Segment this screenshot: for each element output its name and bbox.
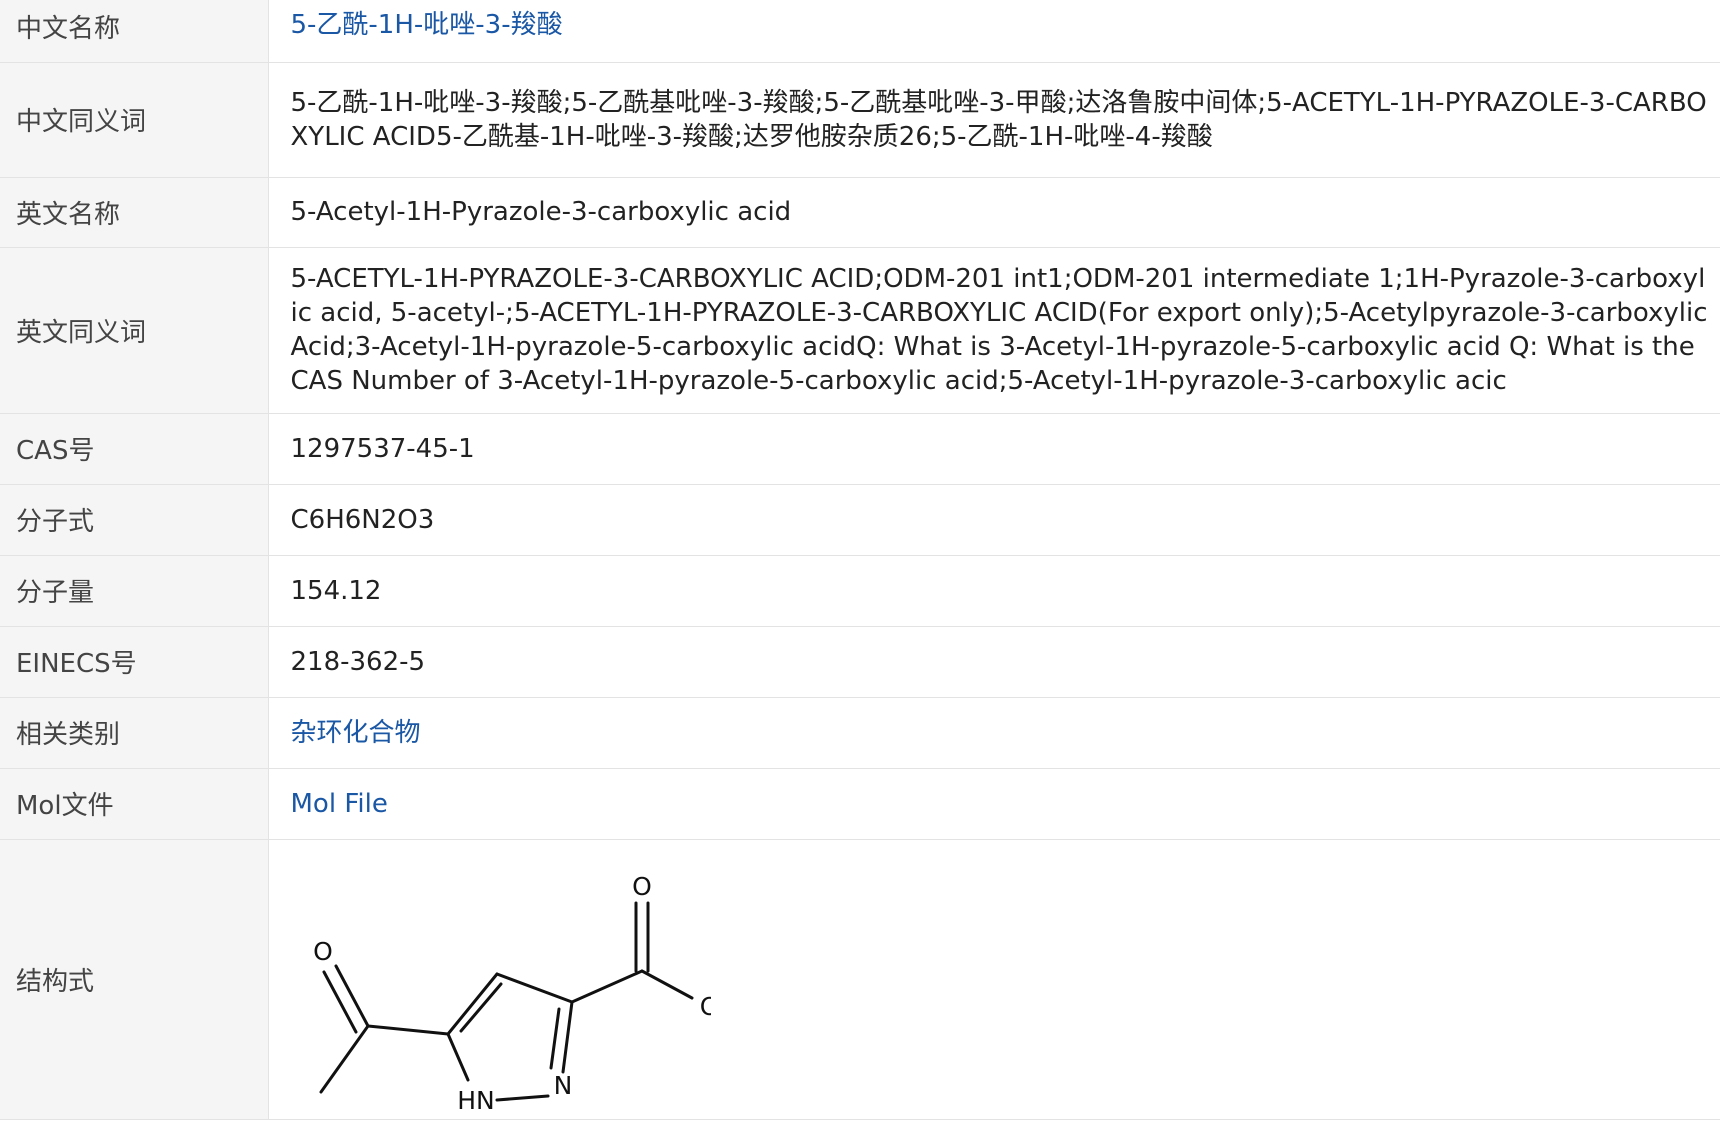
- label-formula: 分子式: [0, 484, 269, 555]
- atom-label-nh: HN: [457, 1086, 495, 1110]
- label-english-name: 英文名称: [0, 177, 269, 247]
- row-chinese-name: 中文名称 5-乙酰-1H-吡唑-3-羧酸: [0, 0, 1720, 62]
- atom-label-n: N: [553, 1071, 572, 1100]
- chinese-synonyms-value: 5-乙酰-1H-吡唑-3-羧酸;5-乙酰基吡唑-3-羧酸;5-乙酰基吡唑-3-甲…: [290, 87, 1707, 152]
- bond-c5-c4: [446, 972, 498, 1035]
- row-mol-file: Mol文件 Mol File: [0, 768, 1720, 839]
- mol-weight-value: 154.12: [290, 575, 382, 606]
- row-cas: CAS号 1297537-45-1: [0, 413, 1720, 484]
- label-english-synonyms: 英文同义词: [0, 247, 269, 413]
- mol-file-link[interactable]: Mol File: [291, 789, 388, 819]
- row-chinese-synonyms: 中文同义词 5-乙酰-1H-吡唑-3-羧酸;5-乙酰基吡唑-3-羧酸;5-乙酰基…: [0, 62, 1720, 177]
- bond-acyl-methyl: [319, 1024, 369, 1093]
- atom-label-carbonyl-o: O: [632, 872, 652, 901]
- row-mol-weight: 分子量 154.12: [0, 555, 1720, 626]
- bond-c5-acyl: [366, 1024, 449, 1035]
- bond-acyl-o-1: [334, 964, 369, 1027]
- bond-c3-n2: [561, 1000, 573, 1073]
- atom-label-oh: OH: [699, 992, 710, 1021]
- label-mol-weight: 分子量: [0, 555, 269, 626]
- bond-carboxyl-oh: [640, 969, 693, 999]
- bond-c5-c4-inner: [459, 982, 502, 1032]
- label-structure: 结构式: [0, 839, 269, 1119]
- row-category: 相关类别 杂环化合物: [0, 697, 1720, 768]
- row-einecs: EINECS号 218-362-5: [0, 626, 1720, 697]
- row-formula: 分子式 C6H6N2O3: [0, 484, 1720, 555]
- category-link[interactable]: 杂环化合物: [291, 718, 421, 748]
- bond-n2-n1: [495, 1094, 549, 1101]
- label-mol-file: Mol文件: [0, 768, 269, 839]
- english-synonyms-value: 5-ACETYL-1H-PYRAZOLE-3-CARBOXYLIC ACID;O…: [290, 264, 1708, 396]
- atom-label-acetyl-o: O: [313, 937, 333, 966]
- bond-acyl-o-2: [322, 970, 357, 1033]
- bond-c4-c3: [495, 972, 573, 1003]
- label-category: 相关类别: [0, 697, 269, 768]
- einecs-value: 218-362-5: [290, 646, 426, 677]
- label-einecs: EINECS号: [0, 626, 269, 697]
- label-chinese-name: 中文名称: [0, 0, 269, 62]
- bond-n1-c5: [446, 1032, 469, 1081]
- properties-table: 中文名称 5-乙酰-1H-吡唑-3-羧酸 中文同义词 5-乙酰-1H-吡唑-3-…: [0, 0, 1720, 1120]
- row-english-synonyms: 英文同义词 5-ACETYL-1H-PYRAZOLE-3-CARBOXYLIC …: [0, 247, 1720, 413]
- english-name-value: 5-Acetyl-1H-Pyrazole-3-carboxylic acid: [290, 197, 792, 227]
- bond-c3-carboxyl: [570, 969, 643, 1003]
- row-structure: 结构式 O O O HN N: [0, 839, 1720, 1119]
- cas-value: 1297537-45-1: [290, 433, 475, 464]
- label-cas: CAS号: [0, 413, 269, 484]
- chinese-name-link[interactable]: 5-乙酰-1H-吡唑-3-羧酸: [291, 10, 563, 40]
- chemical-structure-diagram: O O OH HN N: [313, 872, 711, 1110]
- bond-c3-n2-inner: [549, 1007, 560, 1069]
- row-english-name: 英文名称 5-Acetyl-1H-Pyrazole-3-carboxylic a…: [0, 177, 1720, 247]
- label-chinese-synonyms: 中文同义词: [0, 62, 269, 177]
- formula-value: C6H6N2O3: [290, 504, 435, 535]
